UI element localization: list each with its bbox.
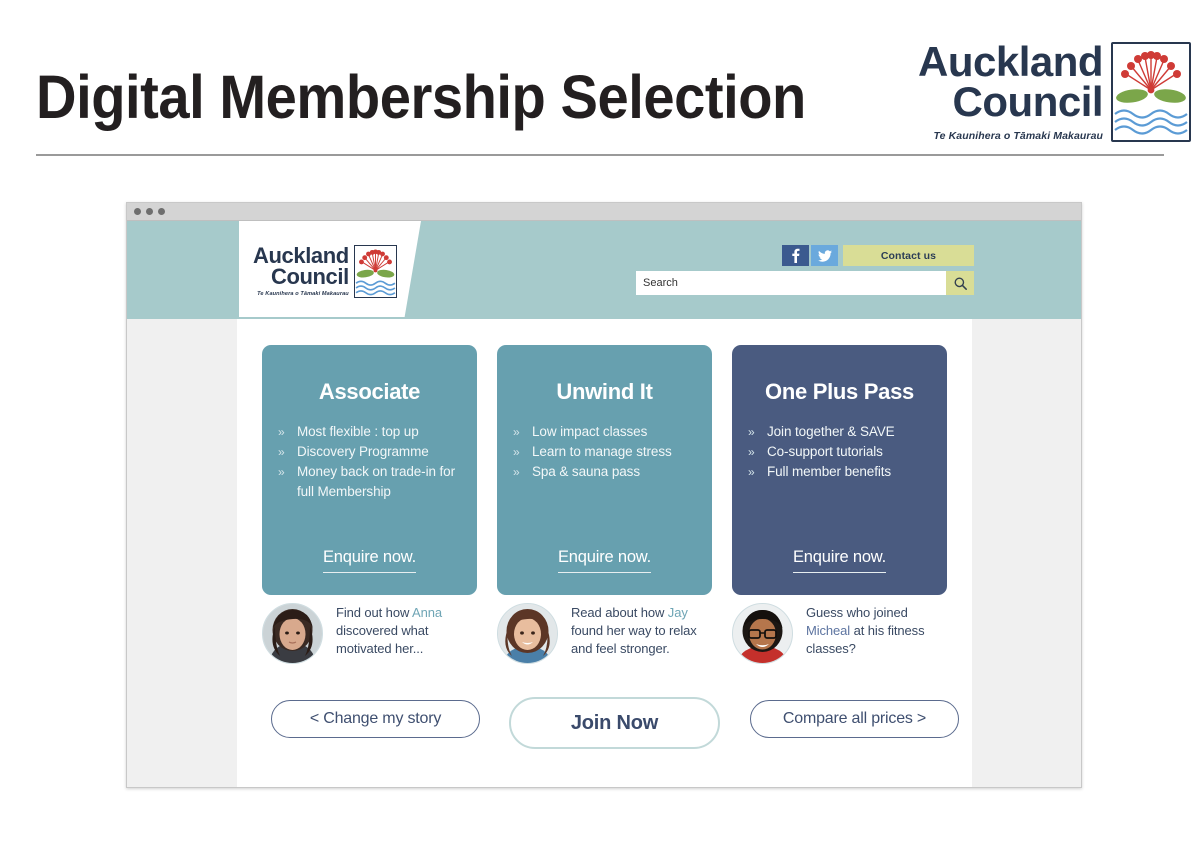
- chevron-double-right-icon: »: [748, 425, 755, 439]
- logo-line-council: Council: [952, 78, 1104, 126]
- plan-cta-wrap: Enquire now.: [262, 548, 477, 573]
- testimonial-name-link[interactable]: Jay: [668, 605, 688, 620]
- testimonial-text: Read about how Jay found her way to rela…: [571, 603, 712, 658]
- chevron-double-right-icon: »: [748, 465, 755, 479]
- testimonial-before: Guess who joined: [806, 605, 908, 620]
- logo-wordmark: Auckland Council Te Kaunihera o Tāmaki M…: [918, 38, 1104, 142]
- site-council-crest-icon: [353, 245, 397, 298]
- plan-benefit-list: » Most flexible : top up » Discovery Progr…: [262, 422, 477, 502]
- window-close-dot[interactable]: [134, 208, 141, 215]
- chevron-double-right-icon: »: [513, 465, 520, 479]
- crest-artwork: [1114, 51, 1188, 135]
- testimonial-before: Find out how: [336, 605, 413, 620]
- plan-benefit-item: » Full member benefits: [746, 462, 937, 482]
- enquire-now-link[interactable]: Enquire now.: [323, 548, 416, 573]
- plan-title: Unwind It: [556, 379, 653, 404]
- avatar-photo-jay: [498, 604, 557, 663]
- plan-benefit-item: » Money back on trade-in for full Members…: [278, 464, 455, 499]
- site-logo-line-auckland: Auckland: [253, 243, 349, 268]
- window-maximize-dot[interactable]: [158, 208, 165, 215]
- site-logo-maori-tagline: Te Kaunihera o Tāmaki Makaurau: [257, 291, 349, 298]
- avatar: [262, 603, 323, 664]
- search-button[interactable]: [946, 271, 974, 295]
- plan-benefit-item: » Most flexible : top up: [276, 422, 467, 442]
- chevron-double-right-icon: »: [278, 445, 285, 459]
- site-header: Auckland Council Te Kaunihera o Tāmaki M…: [127, 221, 1081, 319]
- auckland-council-logo: Auckland Council Te Kaunihera o Tāmaki M…: [918, 38, 1192, 142]
- testimonial-text: Guess who joined Micheal at his fitness …: [806, 603, 947, 658]
- testimonial-text: Find out how Anna discovered what motiva…: [336, 603, 477, 658]
- plan-cta-wrap: Enquire now.: [732, 548, 947, 573]
- window-minimize-dot[interactable]: [146, 208, 153, 215]
- search-bar: [636, 271, 974, 295]
- avatar: [497, 603, 558, 664]
- testimonial-after: discovered what motivated her...: [336, 623, 429, 656]
- membership-plan-row: Associate » Most flexible : top up » Disco…: [262, 345, 948, 595]
- content-column: Associate » Most flexible : top up » Disco…: [237, 319, 972, 787]
- council-crest-icon: [1111, 42, 1192, 142]
- plan-benefit-item: » Learn to manage stress: [511, 442, 702, 462]
- testimonial-name-link[interactable]: Anna: [412, 605, 442, 620]
- plan-benefit-item: » Join together & SAVE: [746, 422, 937, 442]
- chevron-double-right-icon: »: [278, 425, 285, 439]
- plan-benefit-item: » Co-support tutorials: [746, 442, 937, 462]
- chevron-double-right-icon: »: [748, 445, 755, 459]
- logo-maori-tagline: Te Kaunihera o Tāmaki Makaurau: [933, 129, 1104, 142]
- enquire-now-link[interactable]: Enquire now.: [793, 548, 886, 573]
- avatar-photo-anna: [263, 604, 322, 663]
- logo-line-auckland: Auckland: [918, 38, 1104, 85]
- plan-benefit-item: » Spa & sauna pass: [511, 462, 702, 482]
- site-logo-wordmark: Auckland Council Te Kaunihera o Tāmaki M…: [253, 243, 349, 298]
- plan-benefit-item: » Discovery Programme: [276, 442, 467, 462]
- facebook-icon[interactable]: [782, 245, 809, 266]
- plan-benefit-item: » Low impact classes: [511, 422, 702, 442]
- search-input[interactable]: [636, 271, 946, 295]
- twitter-icon[interactable]: [811, 245, 838, 266]
- plan-benefit-list: » Join together & SAVE » Co-support tutori…: [732, 422, 947, 482]
- search-icon: [954, 277, 967, 290]
- plan-cta-wrap: Enquire now.: [497, 548, 712, 573]
- site-logo-line-council: Council: [270, 264, 349, 290]
- header-tools: Contact us: [636, 245, 974, 295]
- contact-us-button[interactable]: Contact us: [843, 245, 974, 266]
- testimonial-micheal[interactable]: Guess who joined Micheal at his fitness …: [732, 603, 947, 664]
- chevron-double-right-icon: »: [513, 445, 520, 459]
- facebook-glyph: [792, 248, 800, 263]
- enquire-now-link[interactable]: Enquire now.: [558, 548, 651, 573]
- plan-card-unwind-it[interactable]: Unwind It » Low impact classes » Learn to …: [497, 345, 712, 595]
- plan-card-one-plus-pass[interactable]: One Plus Pass » Join together & SAVE » Co-…: [732, 345, 947, 595]
- title-divider: [36, 154, 1164, 156]
- avatar-photo-micheal: [733, 604, 792, 663]
- site-crest-artwork: [355, 249, 396, 296]
- page-title: Digital Membership Selection: [36, 63, 806, 131]
- browser-titlebar: [127, 203, 1081, 221]
- site-page-body: Associate » Most flexible : top up » Disco…: [127, 319, 1081, 787]
- chevron-double-right-icon: »: [513, 425, 520, 439]
- avatar: [732, 603, 793, 664]
- twitter-glyph: [817, 249, 832, 262]
- join-now-button[interactable]: Join Now: [509, 697, 720, 749]
- change-my-story-button[interactable]: < Change my story: [271, 700, 480, 738]
- chevron-double-right-icon: »: [278, 465, 285, 479]
- testimonial-name-link[interactable]: Micheal: [806, 623, 850, 638]
- plan-title: Associate: [318, 379, 421, 404]
- testimonial-anna[interactable]: Find out how Anna discovered what motiva…: [262, 603, 477, 664]
- testimonial-before: Read about how: [571, 605, 668, 620]
- site-auckland-council-logo[interactable]: Auckland Council Te Kaunihera o Tāmaki M…: [253, 243, 397, 298]
- testimonial-row: Find out how Anna discovered what motiva…: [262, 603, 948, 664]
- plan-card-associate[interactable]: Associate » Most flexible : top up » Disco…: [262, 345, 477, 595]
- compare-all-prices-button[interactable]: Compare all prices >: [750, 700, 959, 738]
- plan-benefit-list: » Low impact classes » Learn to manage str…: [497, 422, 712, 482]
- testimonial-jay[interactable]: Read about how Jay found her way to rela…: [497, 603, 712, 664]
- testimonial-after: found her way to relax and feel stronger…: [571, 623, 697, 656]
- browser-window-mockup: Auckland Council Te Kaunihera o Tāmaki M…: [126, 202, 1082, 788]
- plan-title: One Plus Pass: [765, 379, 914, 404]
- social-links: Contact us: [636, 245, 974, 266]
